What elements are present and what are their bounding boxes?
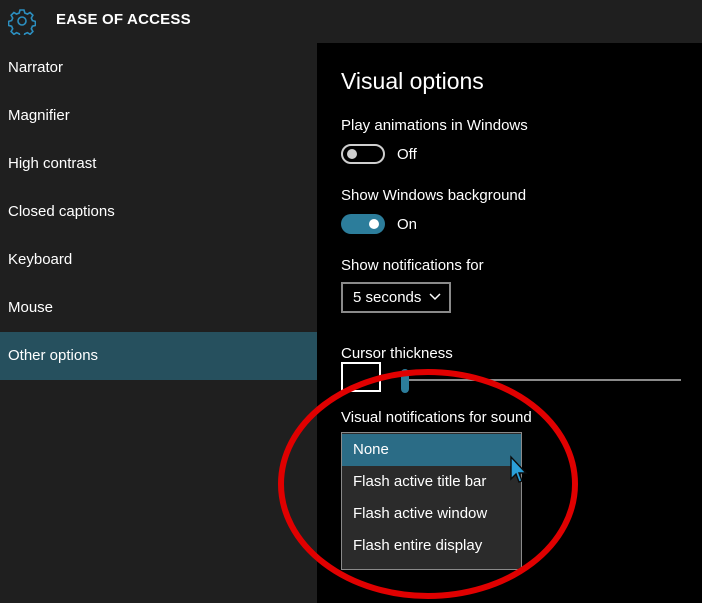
dropdown-option-flash-title-bar[interactable]: Flash active title bar bbox=[342, 466, 521, 498]
animations-toggle[interactable] bbox=[341, 144, 385, 164]
chevron-down-icon bbox=[429, 293, 441, 301]
mouse-pointer-icon bbox=[510, 455, 528, 483]
notifications-duration-value: 5 seconds bbox=[353, 289, 422, 306]
sidebar: Narrator Magnifier High contrast Closed … bbox=[0, 43, 317, 603]
sound-notifications-dropdown: None Flash active title bar Flash active… bbox=[341, 432, 522, 570]
cursor-thickness-slider[interactable] bbox=[402, 379, 681, 381]
animations-toggle-state: Off bbox=[397, 146, 417, 163]
dropdown-option-flash-window[interactable]: Flash active window bbox=[342, 498, 521, 530]
background-label: Show Windows background bbox=[341, 187, 527, 204]
page-title: Visual options bbox=[341, 68, 484, 94]
background-toggle-state: On bbox=[397, 216, 418, 233]
notifications-label: Show notifications for bbox=[341, 257, 484, 274]
sidebar-item-high-contrast[interactable]: High contrast bbox=[0, 140, 317, 188]
toggle-knob bbox=[369, 219, 379, 229]
sound-notifications-label: Visual notifications for sound bbox=[341, 409, 532, 426]
title-bar: EASE OF ACCESS bbox=[0, 0, 702, 43]
gear-icon bbox=[8, 9, 36, 35]
sidebar-item-keyboard[interactable]: Keyboard bbox=[0, 236, 317, 284]
sidebar-item-other-options[interactable]: Other options bbox=[0, 332, 317, 380]
sidebar-item-narrator[interactable]: Narrator bbox=[0, 44, 317, 92]
notifications-duration-select[interactable]: 5 seconds bbox=[341, 282, 451, 313]
sidebar-item-magnifier[interactable]: Magnifier bbox=[0, 92, 317, 140]
sidebar-item-mouse[interactable]: Mouse bbox=[0, 284, 317, 332]
animations-label: Play animations in Windows bbox=[341, 117, 528, 134]
sidebar-item-closed-captions[interactable]: Closed captions bbox=[0, 188, 317, 236]
dropdown-option-none[interactable]: None bbox=[342, 434, 521, 466]
dropdown-option-flash-display[interactable]: Flash entire display bbox=[342, 530, 521, 562]
slider-thumb[interactable] bbox=[401, 369, 409, 393]
cursor-preview bbox=[341, 362, 381, 392]
toggle-knob bbox=[347, 149, 357, 159]
cursor-thickness-label: Cursor thickness bbox=[341, 345, 453, 362]
background-toggle[interactable] bbox=[341, 214, 385, 234]
app-title: EASE OF ACCESS bbox=[56, 11, 191, 28]
